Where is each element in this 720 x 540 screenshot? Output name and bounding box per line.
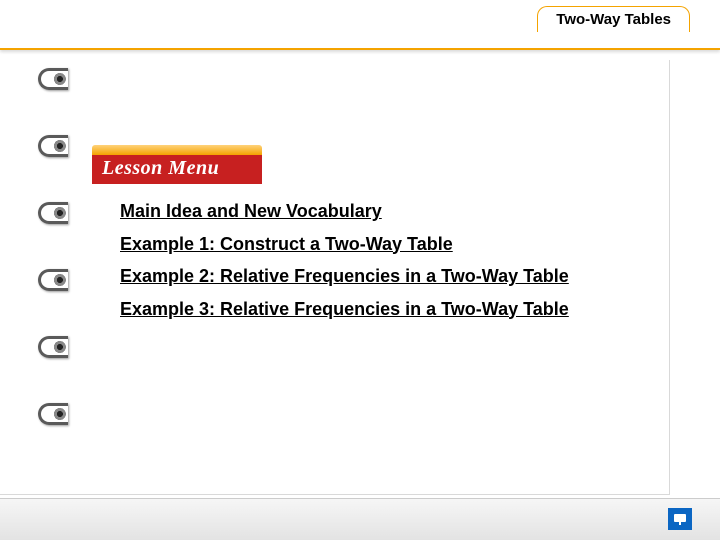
menu-links: Main Idea and New Vocabulary Example 1: …	[120, 200, 610, 330]
present-button[interactable]	[668, 508, 692, 530]
header-bar: Two-Way Tables	[0, 0, 720, 50]
binding-ring	[38, 269, 68, 291]
lesson-menu-banner: Lesson Menu	[92, 145, 262, 177]
binding-ring	[38, 403, 68, 425]
binding-ring	[38, 135, 68, 157]
binding-ring	[38, 336, 68, 358]
banner-label: Lesson Menu	[92, 155, 262, 184]
page-title-tab: Two-Way Tables	[537, 6, 690, 32]
bottom-toolbar	[0, 498, 720, 540]
menu-link-example-1[interactable]: Example 1: Construct a Two-Way Table	[120, 233, 610, 256]
banner-accent	[92, 145, 262, 155]
spiral-binding	[38, 60, 74, 494]
present-icon	[673, 512, 687, 526]
page-title: Two-Way Tables	[556, 11, 671, 28]
binding-ring	[38, 202, 68, 224]
content-area: Lesson Menu Main Idea and New Vocabulary…	[0, 60, 670, 495]
menu-link-example-3[interactable]: Example 3: Relative Frequencies in a Two…	[120, 298, 610, 321]
menu-link-example-2[interactable]: Example 2: Relative Frequencies in a Two…	[120, 265, 610, 288]
menu-link-main-idea[interactable]: Main Idea and New Vocabulary	[120, 200, 610, 223]
binding-ring	[38, 68, 68, 90]
